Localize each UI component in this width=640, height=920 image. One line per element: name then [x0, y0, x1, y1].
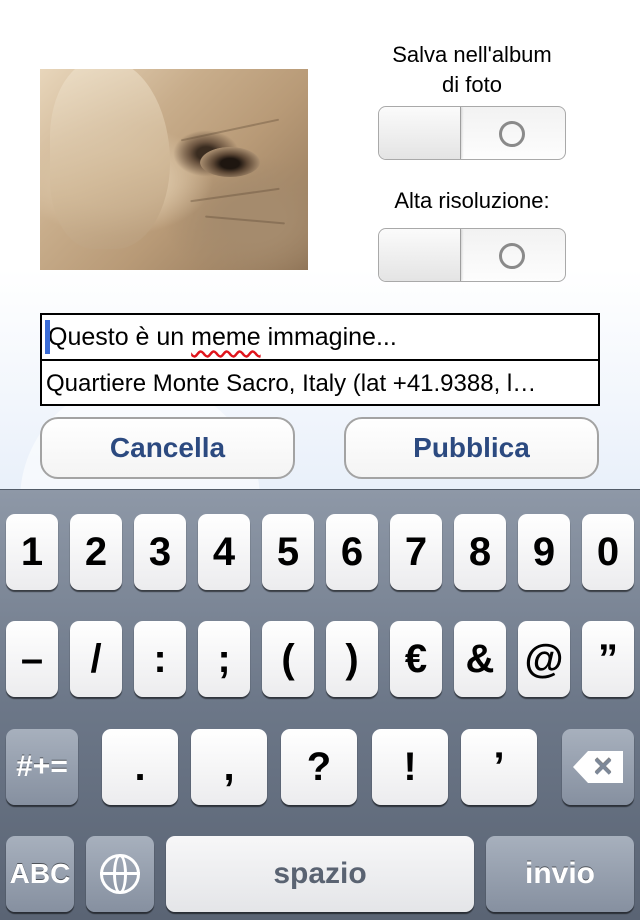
key-quote[interactable]: ”: [582, 621, 634, 697]
key-6[interactable]: 6: [326, 514, 378, 590]
key-question[interactable]: ?: [281, 729, 357, 805]
switch-off-icon: [499, 243, 525, 269]
key-dash[interactable]: –: [6, 621, 58, 697]
caption-text-before: Questo è un: [48, 323, 192, 351]
key-0[interactable]: 0: [582, 514, 634, 590]
key-5[interactable]: 5: [262, 514, 314, 590]
save-album-label: Salva nell'album di foto: [372, 40, 572, 100]
switch-thumb: [379, 107, 461, 159]
key-slash[interactable]: /: [70, 621, 122, 697]
location-text: Quartiere Monte Sacro, Italy (lat +41.93…: [46, 370, 537, 397]
key-euro[interactable]: €: [390, 621, 442, 697]
save-album-label-line2: di foto: [442, 72, 502, 97]
key-4[interactable]: 4: [198, 514, 250, 590]
key-comma[interactable]: ,: [191, 729, 267, 805]
keyboard: 1 2 3 4 5 6 7 8 9 0 – / : ; ( ) € & @ ” …: [0, 489, 640, 920]
caption-input[interactable]: Questo è un meme immagine...: [40, 313, 600, 361]
switch-thumb: [379, 229, 461, 281]
cancel-button[interactable]: Cancella: [40, 417, 295, 479]
key-period[interactable]: .: [102, 729, 178, 805]
high-res-label: Alta risoluzione:: [394, 188, 550, 213]
save-album-label-line1: Salva nell'album: [392, 42, 552, 67]
high-res-switch[interactable]: [378, 228, 566, 282]
location-field[interactable]: Quartiere Monte Sacro, Italy (lat +41.93…: [40, 359, 600, 406]
switch-off-icon: [499, 121, 525, 147]
key-2[interactable]: 2: [70, 514, 122, 590]
abc-key[interactable]: ABC: [6, 836, 74, 912]
key-3[interactable]: 3: [134, 514, 186, 590]
return-key[interactable]: invio: [486, 836, 634, 912]
symbols-key[interactable]: #+=: [6, 729, 78, 805]
publish-button[interactable]: Pubblica: [344, 417, 599, 479]
text-cursor: [45, 320, 50, 354]
caption-misspelled-word: meme: [191, 323, 261, 351]
photo-wrinkle: [190, 187, 280, 203]
key-colon[interactable]: :: [134, 621, 186, 697]
photo-wrinkle: [180, 118, 280, 142]
key-8[interactable]: 8: [454, 514, 506, 590]
save-album-switch[interactable]: [378, 106, 566, 160]
key-at[interactable]: @: [518, 621, 570, 697]
photo-eye: [200, 147, 260, 177]
key-close-paren[interactable]: ): [326, 621, 378, 697]
key-9[interactable]: 9: [518, 514, 570, 590]
key-semicolon[interactable]: ;: [198, 621, 250, 697]
key-1[interactable]: 1: [6, 514, 58, 590]
space-key[interactable]: spazio: [166, 836, 474, 912]
backspace-icon: ✕: [573, 751, 623, 783]
key-ampersand[interactable]: &: [454, 621, 506, 697]
globe-key[interactable]: [86, 836, 154, 912]
key-exclamation[interactable]: !: [372, 729, 448, 805]
photo-ear: [50, 69, 170, 249]
key-open-paren[interactable]: (: [262, 621, 314, 697]
delete-key[interactable]: ✕: [562, 729, 634, 805]
elephant-photo: [40, 69, 308, 270]
key-7[interactable]: 7: [390, 514, 442, 590]
photo-wrinkle: [205, 215, 285, 225]
globe-icon: [100, 854, 140, 894]
caption-text-after: immagine...: [260, 323, 397, 351]
key-apostrophe[interactable]: ’: [461, 729, 537, 805]
